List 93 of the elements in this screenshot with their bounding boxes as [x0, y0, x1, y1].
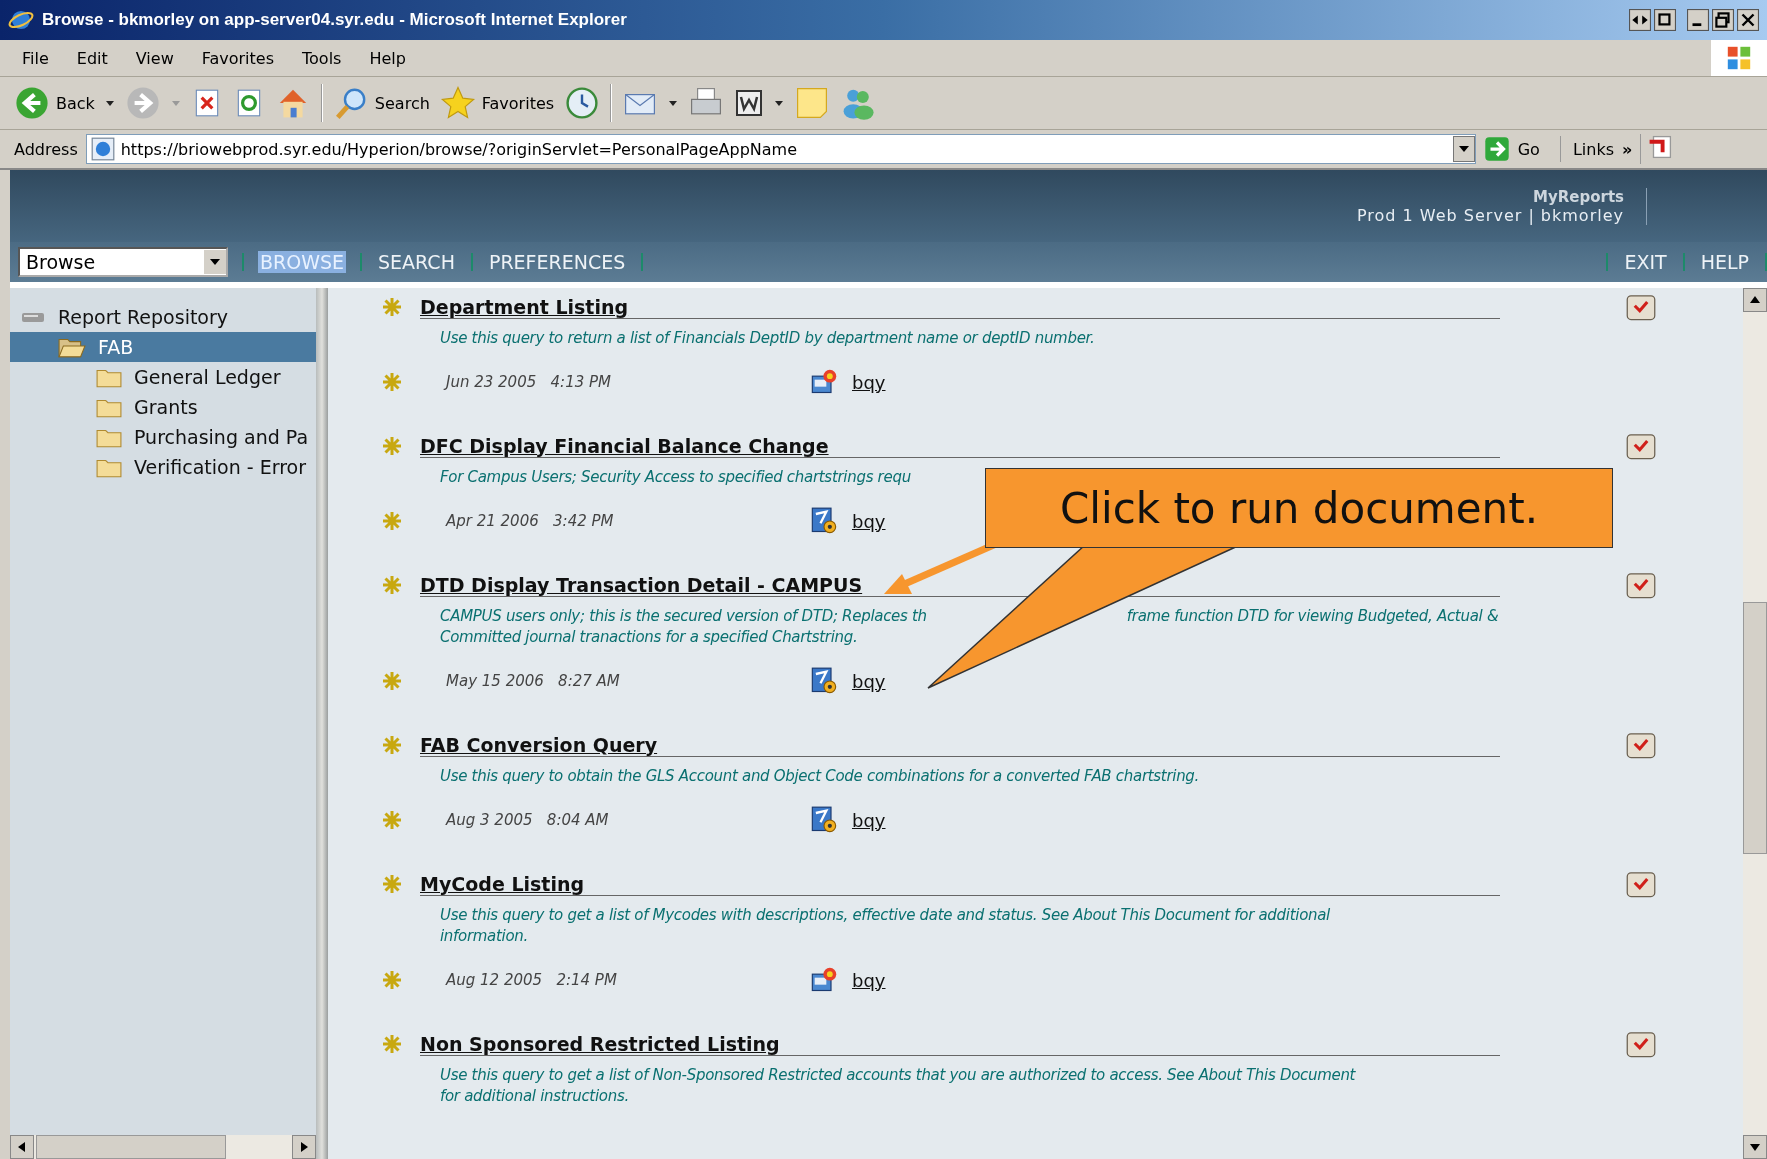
menu-item[interactable]: Help — [369, 48, 406, 68]
dropdown-arrow-icon[interactable] — [774, 98, 785, 108]
app-name: MyReports — [1533, 187, 1624, 206]
checked-calendar-icon[interactable] — [1626, 870, 1656, 898]
scroll-up-icon[interactable] — [1743, 288, 1767, 312]
document-date: May 15 2006 8:27 AM — [446, 672, 621, 690]
scroll-right-icon[interactable] — [292, 1135, 316, 1159]
document-gear-icon[interactable] — [810, 667, 838, 695]
menu-item[interactable]: Favorites — [201, 48, 274, 68]
document-date: Aug 12 2005 2:14 PM — [446, 971, 618, 989]
server-user-label: Prod 1 Web Server | bkmorley — [1356, 205, 1624, 225]
document-title-link[interactable]: Non Sponsored Restricted Listing — [420, 1032, 1500, 1056]
scroll-thumb[interactable] — [36, 1135, 226, 1159]
back-button[interactable]: Back — [14, 85, 95, 121]
vertical-scrollbar[interactable] — [1743, 288, 1767, 1159]
asterisk-icon — [382, 970, 402, 990]
search-button[interactable]: Search — [332, 85, 430, 121]
document-description: CAMPUS users only; this is the secured version of DTD; Replaces th frame function DTD for viewing Budgeted, Actual & Committed journal tranactions for a specified Chartstring. — [440, 606, 1500, 648]
resize-icon[interactable] — [1629, 9, 1651, 31]
address-field[interactable]: https://briowebprod.syr.edu/Hyperion/browse/?originServlet=PersonalPageAppName — [85, 134, 1476, 164]
checked-calendar-icon[interactable] — [1626, 731, 1656, 759]
close-icon[interactable] — [1737, 9, 1759, 31]
document-description: Use this query to get a list of Non-Sponsored Restricted accounts that you are authorized to access. See About This Document for additional instructions. — [440, 1065, 1357, 1107]
document-date: Apr 21 2006 3:42 PM — [446, 512, 615, 530]
asterisk-icon — [382, 511, 402, 531]
checked-calendar-icon[interactable] — [1626, 432, 1656, 460]
file-type-link[interactable]: bqy — [852, 371, 886, 393]
document-gear-icon[interactable] — [810, 806, 838, 834]
file-type-link[interactable]: bqy — [852, 670, 886, 692]
clock-icon — [564, 85, 601, 121]
dropdown-arrow-icon[interactable] — [668, 98, 679, 108]
asterisk-icon — [382, 372, 402, 392]
dropdown-arrow-icon[interactable] — [104, 98, 115, 108]
menu-item[interactable]: View — [135, 48, 174, 68]
asterisk-icon — [382, 436, 402, 456]
nav-link[interactable]: HELP — [1698, 251, 1751, 273]
tree-item[interactable]: Report Repository — [10, 302, 316, 332]
menu-item[interactable]: File — [22, 48, 49, 68]
document-description: Use this query to get a list of Mycodes with descriptions, effective date and status. See About This Document for additional information. — [440, 905, 1331, 947]
document-description: Use this query to return a list of Financials DeptID by department name or deptID number. — [440, 328, 1096, 349]
tree-item[interactable]: FAB — [10, 332, 316, 362]
tree-item[interactable]: Grants — [10, 392, 316, 422]
w-square-icon — [734, 88, 765, 118]
file-type-link[interactable]: bqy — [852, 969, 886, 991]
favorites-button[interactable]: Favorites — [439, 85, 555, 121]
asterisk-icon — [382, 874, 402, 894]
nav-tab[interactable]: SEARCH — [376, 251, 457, 273]
asterisk-icon — [382, 735, 402, 755]
scroll-left-icon[interactable] — [10, 1135, 34, 1159]
asterisk-icon — [382, 671, 402, 691]
document-description: For Campus Users; Security Access to specified chartstrings requ — [440, 467, 912, 488]
links-button[interactable]: Links — [1568, 139, 1614, 159]
document-title-link[interactable]: Department Listing — [420, 295, 1500, 319]
scroll-thumb[interactable] — [1743, 602, 1767, 854]
file-type-link[interactable]: bqy — [852, 510, 886, 532]
document-title-link[interactable]: MyCode Listing — [420, 872, 1500, 896]
checked-calendar-icon[interactable] — [1626, 571, 1656, 599]
minimize-icon[interactable] — [1687, 9, 1709, 31]
tree-item[interactable]: Purchasing and Pa — [10, 422, 316, 452]
view-dropdown[interactable]: Browse — [18, 247, 228, 277]
asterisk-icon — [382, 810, 402, 830]
document-burst-icon[interactable] — [810, 966, 838, 994]
document-description: Use this query to obtain the GLS Account and Object Code combinations for a converted FAB chartstring. — [440, 766, 1201, 787]
address-label: Address — [14, 139, 78, 159]
chevron-button[interactable]: » — [1622, 139, 1633, 159]
open-folder-icon — [58, 336, 86, 358]
asterisk-icon — [382, 1034, 402, 1054]
document-date: Aug 3 2005 8:04 AM — [446, 811, 610, 829]
nav-link[interactable]: EXIT — [1622, 251, 1669, 273]
word-button[interactable] — [734, 88, 765, 118]
horizontal-scrollbar[interactable] — [10, 1135, 316, 1159]
asterisk-icon — [382, 575, 402, 595]
file-type-link[interactable]: bqy — [852, 809, 886, 831]
document-gear-icon[interactable] — [810, 507, 838, 535]
window-title: Browse - bkmorley on app-server04.syr.edu - Microsoft Internet Explorer — [42, 10, 627, 30]
tree-item[interactable]: General Ledger — [10, 362, 316, 392]
scroll-down-icon[interactable] — [1743, 1135, 1767, 1159]
menu-item[interactable]: Tools — [302, 48, 342, 68]
checked-calendar-icon[interactable] — [1626, 1030, 1656, 1058]
history-button[interactable] — [564, 85, 601, 121]
star-icon — [439, 85, 476, 121]
checked-calendar-icon[interactable] — [1626, 293, 1656, 321]
tree-item[interactable]: Verification - Error — [10, 452, 316, 482]
document-burst-icon[interactable] — [810, 368, 838, 396]
asterisk-icon — [382, 297, 402, 317]
nav-tab[interactable]: PREFERENCES — [486, 251, 628, 273]
document-title-link[interactable]: DFC Display Financial Balance Change — [420, 434, 1500, 458]
page-globe-icon — [90, 137, 115, 161]
go-button[interactable]: Go — [1483, 136, 1561, 162]
windows-logo-icon — [1711, 40, 1767, 76]
menu-item[interactable]: Edit — [76, 48, 108, 68]
callout: Click to run document. — [985, 468, 1613, 548]
document-title-link[interactable]: FAB Conversion Query — [420, 733, 1500, 757]
